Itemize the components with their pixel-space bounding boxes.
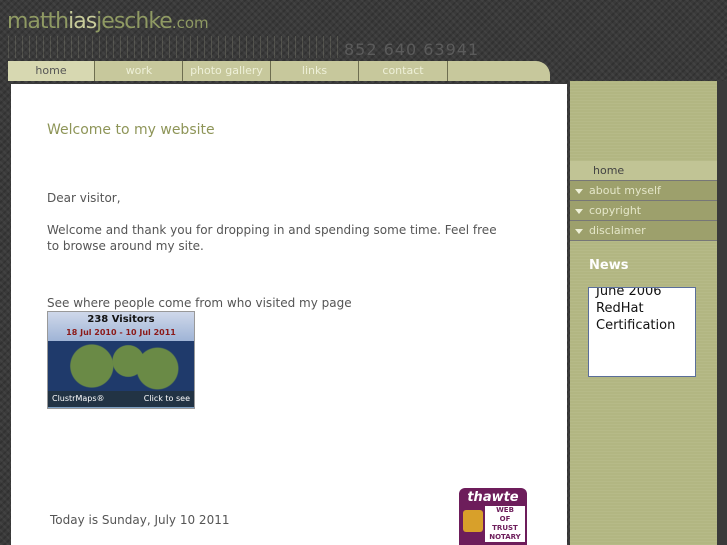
sidebar-item-label: home [593, 164, 625, 177]
sidebar: home about myself copyright disclaimer N… [570, 81, 717, 545]
sidebar-item-copyright[interactable]: copyright [570, 201, 717, 221]
logo-part-3: jeschke [96, 9, 173, 34]
site-logo[interactable]: matthiasjeschke.com [7, 9, 209, 34]
chevron-down-icon [575, 188, 583, 194]
greeting-text: Dear visitor, [47, 191, 121, 205]
sidebar-item-label: copyright [589, 204, 642, 217]
clustrmap-brand: ClustrMaps® [52, 394, 105, 403]
page-title: Welcome to my website [47, 122, 215, 138]
chevron-down-icon [575, 208, 583, 214]
news-line-1: June 2006 [596, 287, 662, 299]
map-caption: See where people come from who visited m… [47, 296, 352, 310]
header-decoration [8, 36, 338, 58]
thawte-seal[interactable]: thawte WEB OF TRUST NOTARY [459, 488, 527, 545]
world-map [48, 341, 194, 391]
tab-contact[interactable]: contact [359, 61, 448, 81]
sidebar-item-label: about myself [589, 184, 661, 197]
wot-line-4: NOTARY [489, 533, 521, 541]
news-line-2: RedHat [596, 301, 644, 316]
sidebar-item-about-myself[interactable]: about myself [570, 181, 717, 201]
clustrmap-visitors: 238 Visitors [87, 314, 155, 325]
web-of-trust-label: WEB OF TRUST NOTARY [485, 506, 525, 542]
tab-home[interactable]: home [8, 61, 95, 81]
sidebar-item-label: disclaimer [589, 224, 646, 237]
page-edge [717, 81, 727, 545]
intro-text: Welcome and thank you for dropping in an… [47, 223, 497, 253]
news-line-3: Certification [596, 318, 676, 333]
news-ticker[interactable]: June 2006 RedHat Certification [588, 287, 696, 377]
clustrmap-header: 238 Visitors 18 Jul 2010 - 10 Jul 2011 [48, 312, 194, 341]
clustrmap-widget[interactable]: 238 Visitors 18 Jul 2010 - 10 Jul 2011 C… [47, 311, 195, 409]
clustrmap-range: 18 Jul 2010 - 10 Jul 2011 [66, 328, 176, 337]
tab-photo-gallery[interactable]: photo gallery [183, 61, 271, 81]
today-date: Today is Sunday, July 10 2011 [50, 513, 230, 527]
clustrmap-footer: ClustrMaps® Click to see [48, 391, 194, 407]
sidebar-item-disclaimer[interactable]: disclaimer [570, 221, 717, 241]
chevron-down-icon [575, 228, 583, 234]
phone-number: 852 640 63941 [344, 40, 480, 59]
wot-line-3: TRUST [492, 524, 518, 532]
top-nav: home work photo gallery links contact [8, 61, 550, 81]
sidebar-item-home[interactable]: home [570, 161, 717, 181]
logo-part-2: ias [68, 9, 97, 34]
tab-links[interactable]: links [271, 61, 359, 81]
wot-line-1: WEB [496, 506, 514, 514]
logo-part-4: .com [171, 14, 209, 32]
tab-work[interactable]: work [96, 61, 183, 81]
logo-part-1: matth [7, 9, 69, 34]
main-content: Welcome to my website Dear visitor, Welc… [11, 84, 567, 545]
thawte-brand: thawte [467, 490, 519, 505]
seal-icon [463, 510, 483, 532]
clustrmap-cta: Click to see [143, 394, 190, 403]
news-heading: News [589, 258, 629, 273]
wot-line-2: OF [499, 515, 511, 523]
